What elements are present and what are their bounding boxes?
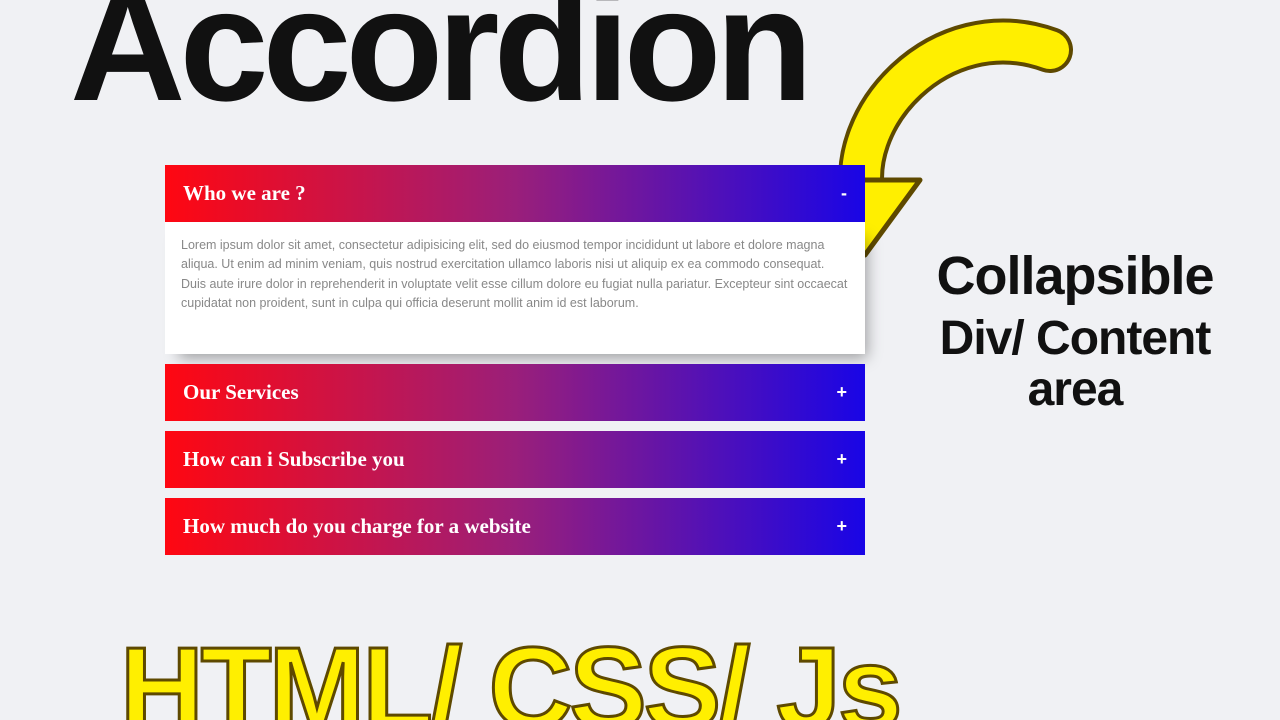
accordion: Who we are ? - Lorem ipsum dolor sit ame…	[165, 165, 865, 565]
expand-icon: +	[836, 516, 847, 537]
accordion-item: Who we are ? - Lorem ipsum dolor sit ame…	[165, 165, 865, 354]
accordion-title: How much do you charge for a website	[183, 514, 531, 539]
accordion-item: How much do you charge for a website +	[165, 498, 865, 555]
expand-icon: +	[836, 449, 847, 470]
side-caption-line1: Collapsible	[895, 245, 1255, 307]
page-title: Accordion	[70, 0, 807, 125]
side-caption: Collapsible Div/ Content area	[895, 245, 1255, 417]
accordion-header-subscribe[interactable]: How can i Subscribe you +	[165, 431, 865, 488]
bottom-caption: HTML/ CSS/ Js	[120, 630, 900, 720]
expand-icon: +	[836, 382, 847, 403]
accordion-header-our-services[interactable]: Our Services +	[165, 364, 865, 421]
accordion-header-charge[interactable]: How much do you charge for a website +	[165, 498, 865, 555]
side-caption-line3: area	[895, 362, 1255, 417]
accordion-title: Our Services	[183, 380, 299, 405]
collapse-icon: -	[841, 183, 847, 204]
accordion-item: Our Services +	[165, 364, 865, 421]
accordion-title: How can i Subscribe you	[183, 447, 405, 472]
accordion-header-who-we-are[interactable]: Who we are ? -	[165, 165, 865, 222]
accordion-body: Lorem ipsum dolor sit amet, consectetur …	[165, 222, 865, 354]
accordion-title: Who we are ?	[183, 181, 306, 206]
side-caption-line2: Div/ Content	[895, 311, 1255, 366]
accordion-item: How can i Subscribe you +	[165, 431, 865, 488]
